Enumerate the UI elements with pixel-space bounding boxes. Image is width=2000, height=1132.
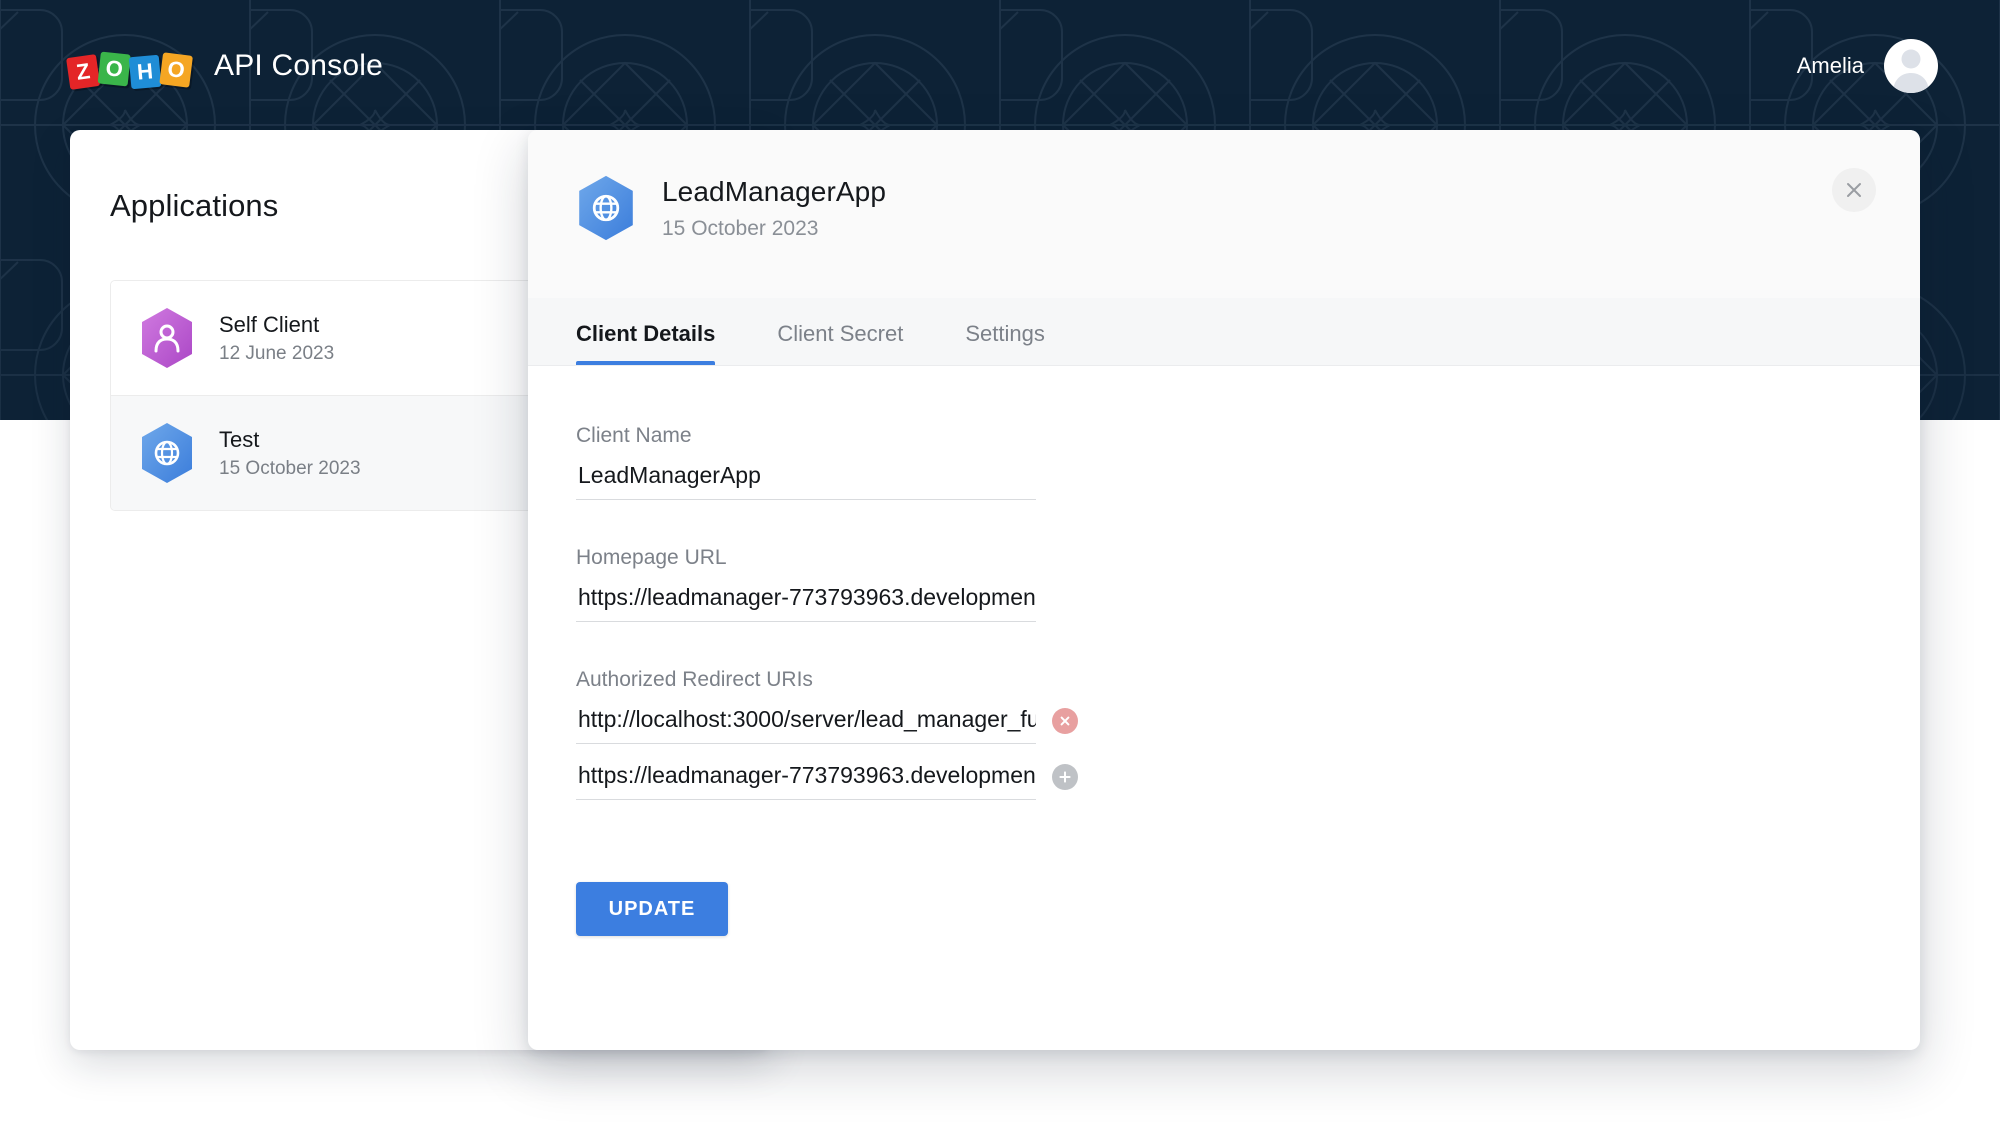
redirect-uri-row-2 bbox=[576, 762, 1872, 800]
zoho-letter-h: H bbox=[128, 54, 162, 90]
tab-client-details[interactable]: Client Details bbox=[576, 321, 747, 365]
modal-header-text: LeadManagerApp 15 October 2023 bbox=[662, 170, 886, 241]
update-button[interactable]: UPDATE bbox=[576, 882, 728, 936]
modal-body: Client Name Homepage URL Authorized Redi… bbox=[528, 366, 1920, 936]
zoho-logo-icon: Z O H O bbox=[66, 45, 193, 90]
list-item-text: Test 15 October 2023 bbox=[219, 427, 361, 480]
zoho-letter-o1: O bbox=[97, 51, 131, 87]
homepage-url-input[interactable] bbox=[576, 584, 1036, 622]
list-item-date: 12 June 2023 bbox=[219, 342, 335, 364]
field-redirect-uris: Authorized Redirect URIs bbox=[576, 668, 1872, 800]
tab-client-secret[interactable]: Client Secret bbox=[777, 321, 935, 365]
remove-redirect-uri-button[interactable] bbox=[1052, 708, 1078, 734]
zoho-letter-z: Z bbox=[66, 54, 101, 90]
zoho-letter-o2: O bbox=[159, 52, 193, 88]
user-silhouette-icon bbox=[1893, 49, 1929, 93]
close-icon bbox=[1847, 183, 1861, 197]
modal-app-date: 15 October 2023 bbox=[662, 217, 819, 240]
app-title: API Console bbox=[214, 49, 383, 82]
globe-hexagon-icon bbox=[579, 175, 633, 241]
list-item-name: Self Client bbox=[219, 311, 320, 337]
user-name: Amelia bbox=[1796, 53, 1864, 78]
plus-circle-icon bbox=[1059, 771, 1071, 783]
homepage-url-label: Homepage URL bbox=[576, 546, 727, 569]
modal-tabs: Client Details Client Secret Settings bbox=[528, 298, 1920, 366]
avatar[interactable] bbox=[1884, 39, 1938, 93]
top-header-bar: Z O H O API Console Amelia bbox=[0, 0, 2000, 132]
field-homepage-url: Homepage URL bbox=[576, 546, 1872, 622]
field-client-name: Client Name bbox=[576, 424, 1872, 500]
client-name-label: Client Name bbox=[576, 424, 692, 447]
redirect-uri-input-1[interactable] bbox=[576, 706, 1036, 744]
modal-app-name: LeadManagerApp bbox=[662, 176, 887, 207]
add-redirect-uri-button[interactable] bbox=[1052, 764, 1078, 790]
list-item-name: Test bbox=[219, 426, 260, 452]
list-item-date: 15 October 2023 bbox=[219, 457, 361, 479]
client-name-input[interactable] bbox=[576, 462, 1036, 500]
app-detail-modal: LeadManagerApp 15 October 2023 Client De… bbox=[528, 130, 1920, 1050]
redirect-uri-input-2[interactable] bbox=[576, 762, 1036, 800]
close-circle-icon bbox=[1060, 716, 1070, 726]
brand[interactable]: Z O H O API Console bbox=[66, 45, 383, 90]
modal-header: LeadManagerApp 15 October 2023 bbox=[528, 130, 1920, 298]
close-button[interactable] bbox=[1832, 168, 1876, 212]
redirect-uris-label: Authorized Redirect URIs bbox=[576, 668, 813, 691]
user-area[interactable]: Amelia bbox=[1797, 39, 1938, 93]
redirect-uri-row-1 bbox=[576, 706, 1872, 744]
page-root: Z O H O API Console Amelia Applications bbox=[0, 0, 2000, 1132]
person-hexagon-icon bbox=[142, 308, 192, 368]
tab-settings[interactable]: Settings bbox=[965, 321, 1077, 365]
globe-hexagon-icon bbox=[142, 423, 192, 483]
list-item-text: Self Client 12 June 2023 bbox=[219, 312, 334, 365]
